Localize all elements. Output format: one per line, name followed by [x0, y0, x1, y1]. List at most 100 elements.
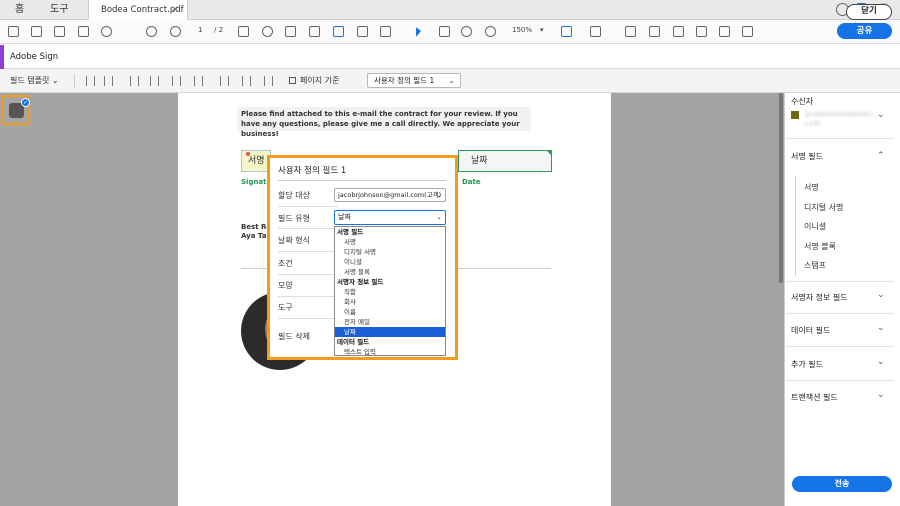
field-tool-button[interactable]: ✓: [2, 95, 30, 125]
image-icon[interactable]: [673, 26, 684, 37]
highlight-icon[interactable]: [649, 26, 660, 37]
align-right-icon[interactable]: [130, 76, 139, 86]
zoom-out-icon[interactable]: [461, 26, 472, 37]
upload-icon[interactable]: [31, 26, 42, 37]
page-up-icon[interactable]: [146, 26, 157, 37]
custom-field-select[interactable]: 사용자 정의 필드 1 ⌄: [367, 73, 461, 88]
page-base-checkbox[interactable]: 페이지 기준: [289, 69, 339, 93]
page-number-input[interactable]: 1: [198, 26, 202, 34]
single-page-icon[interactable]: [309, 26, 320, 37]
scroll-mode-icon[interactable]: [333, 26, 344, 37]
signer-info-fields-header[interactable]: 서명자 정보 필드: [791, 292, 848, 303]
send-button[interactable]: 전송: [792, 476, 892, 492]
panel-item-signature[interactable]: 서명: [804, 182, 819, 193]
panel-item-digital-signature[interactable]: 디지털 서명: [804, 202, 843, 213]
save-icon[interactable]: [8, 26, 19, 37]
select-cursor-icon[interactable]: [416, 27, 421, 37]
tab-tools[interactable]: 도구: [50, 0, 68, 20]
read-mode-icon[interactable]: [357, 26, 368, 37]
print-preview-icon[interactable]: [380, 26, 391, 37]
panel-divider: [786, 313, 894, 314]
chevron-down-icon[interactable]: ⌄: [877, 323, 885, 333]
panel-divider: [786, 138, 894, 139]
align-middle-icon[interactable]: [172, 76, 181, 86]
align-bottom-icon[interactable]: [194, 76, 203, 86]
date-format-label[interactable]: 날짜 형식: [278, 235, 310, 246]
dropdown-option[interactable]: 이름: [335, 307, 445, 317]
zoom-dropdown-icon[interactable]: ▾: [540, 26, 544, 34]
match-width-icon[interactable]: [220, 76, 229, 86]
zoom-glass-icon[interactable]: [262, 26, 273, 37]
chevron-down-icon[interactable]: ⌄: [877, 110, 885, 120]
row-divider: [278, 274, 338, 275]
dropdown-option[interactable]: 디지털 서명: [335, 247, 445, 257]
panel-item-signature-block[interactable]: 서명 블록: [804, 241, 836, 252]
delete-field-label[interactable]: 필드 삭제: [278, 331, 310, 342]
data-fields-header[interactable]: 데이터 필드: [791, 325, 830, 336]
dropdown-option[interactable]: 날짜: [335, 327, 445, 337]
match-height-icon[interactable]: [242, 76, 251, 86]
field-corner-marker: [546, 150, 552, 156]
row-divider: [278, 318, 338, 319]
chevron-down-icon[interactable]: ⌄: [877, 390, 885, 400]
dropdown-option[interactable]: 회사: [335, 297, 445, 307]
panel-divider: [786, 380, 894, 381]
share-button[interactable]: 공유: [837, 23, 892, 39]
close-tab-icon[interactable]: ×: [171, 0, 179, 20]
rectangle-icon[interactable]: [696, 26, 707, 37]
checkbox-icon[interactable]: [289, 77, 296, 84]
dropdown-option[interactable]: 직함: [335, 287, 445, 297]
signature-fields-header[interactable]: 서명 필드: [791, 151, 823, 162]
transaction-fields-header[interactable]: 트랜잭션 필드: [791, 392, 838, 403]
text-icon[interactable]: [719, 26, 730, 37]
condition-label[interactable]: 조건: [278, 258, 293, 269]
tab-document[interactable]: Bodea Contract.pdf ×: [88, 0, 188, 21]
align-left-icon[interactable]: [86, 76, 95, 86]
marquee-zoom-icon[interactable]: [238, 26, 249, 37]
recipient-value[interactable]: jacobrjohnson@gmail.com (고객): [805, 110, 873, 132]
align-top-icon[interactable]: [150, 76, 159, 86]
close-button[interactable]: 닫기: [846, 4, 892, 20]
zoom-level[interactable]: 150%: [512, 26, 532, 34]
comment-icon[interactable]: [625, 26, 636, 37]
dropdown-option[interactable]: 서명 블록: [335, 267, 445, 277]
dropdown-option[interactable]: 이니셜: [335, 257, 445, 267]
hand-icon[interactable]: [439, 26, 450, 37]
field-type-label: 필드 유형: [278, 214, 310, 223]
row-divider: [278, 206, 338, 207]
chevron-down-icon[interactable]: ⌄: [877, 357, 885, 367]
field-type-select[interactable]: 날짜 ⌄: [334, 210, 446, 225]
search-icon[interactable]: [101, 26, 112, 37]
keyboard-icon[interactable]: [590, 26, 601, 37]
vertical-scrollbar[interactable]: [779, 93, 783, 283]
print-icon[interactable]: [54, 26, 65, 37]
dropdown-option[interactable]: 전자 메일: [335, 317, 445, 327]
field-template-dropdown[interactable]: 필드 템플릿 ⌄: [10, 69, 59, 93]
date-field[interactable]: 날짜: [458, 150, 552, 172]
zoom-in-icon[interactable]: [485, 26, 496, 37]
match-size-icon[interactable]: [264, 76, 273, 86]
dropdown-option[interactable]: 텍스트 입력: [335, 347, 445, 357]
additional-fields-header[interactable]: 추가 필드: [791, 359, 823, 370]
assignee-select[interactable]: jacobrjohnson@gmail.com(고객) ⌄: [334, 188, 446, 202]
popup-divider: [278, 180, 446, 181]
chevron-up-icon[interactable]: ⌃: [877, 151, 885, 161]
tab-home[interactable]: 홈: [15, 0, 24, 20]
appearance-label[interactable]: 모양: [278, 280, 293, 291]
mail-icon[interactable]: [78, 26, 89, 37]
share-label: 공유: [856, 26, 873, 36]
adobe-sign-title: Adobe Sign: [10, 52, 59, 62]
align-center-icon[interactable]: [104, 76, 113, 86]
required-marker: [246, 152, 250, 156]
fit-width-icon[interactable]: [561, 26, 572, 37]
panel-item-stamp[interactable]: 스탬프: [804, 260, 826, 271]
panel-item-initials[interactable]: 이니셜: [804, 221, 826, 232]
page-down-icon[interactable]: [170, 26, 181, 37]
fit-page-icon[interactable]: [285, 26, 296, 37]
dropdown-option[interactable]: 서명: [335, 237, 445, 247]
signature-icon[interactable]: [742, 26, 753, 37]
field-toolbar: 필드 템플릿 ⌄ 페이지 기준 사용자 정의 필드 1 ⌄: [0, 69, 900, 93]
divider: [74, 74, 75, 88]
chevron-down-icon[interactable]: ⌄: [877, 290, 885, 300]
tools-label[interactable]: 도구: [278, 302, 293, 313]
